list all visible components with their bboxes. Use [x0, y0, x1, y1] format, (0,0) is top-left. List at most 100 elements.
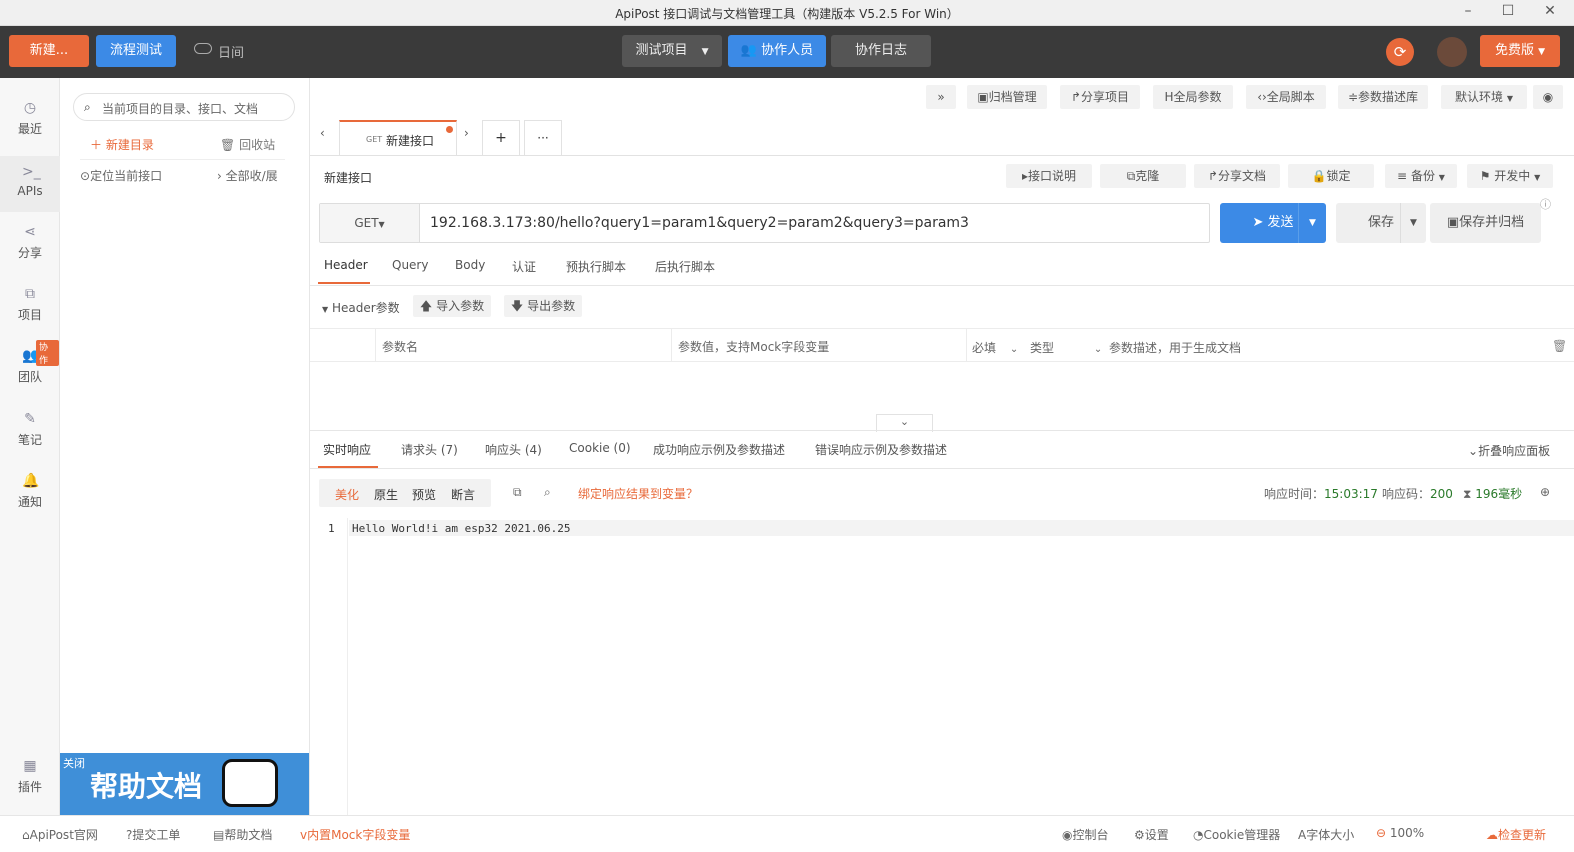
top-bar: 新建... 流程测试 日间 测试项目 ▼ 👥 协作人员 协作日志 ⟳ 免费版 ▼ [0, 26, 1574, 78]
nav-project[interactable]: ⧉ 项目 [0, 286, 60, 323]
send-button[interactable]: ➤ 发送 ▼ [1220, 203, 1326, 243]
env-select[interactable]: 默认环境 ▼ [1441, 85, 1527, 109]
expand-toolbar-button[interactable]: » [926, 85, 956, 109]
help-doc-link[interactable]: ▤帮助文档 [213, 826, 272, 843]
nav-share[interactable]: ⋖ 分享 [0, 224, 60, 261]
download-icon[interactable]: ⊕ [1540, 485, 1550, 499]
global-params-button[interactable]: H全局参数 [1153, 85, 1233, 109]
close-button[interactable]: ✕ [1540, 2, 1560, 22]
maximize-button[interactable]: ☐ [1498, 2, 1518, 22]
add-tab-button[interactable]: + [482, 120, 520, 156]
collab-log-button[interactable]: 协作日志 [831, 35, 931, 67]
method-select[interactable]: GET▼ [320, 204, 420, 242]
response-code: 响应码：200 [1382, 485, 1453, 502]
avatar[interactable] [1437, 37, 1467, 67]
view-raw[interactable]: 原生 [374, 486, 398, 503]
view-assert[interactable]: 断言 [451, 486, 475, 503]
project-select[interactable]: 测试项目 ▼ [622, 35, 722, 67]
tab-success-example[interactable]: 成功响应示例及参数描述 [653, 441, 785, 458]
clone-button[interactable]: ⧉克隆 [1100, 164, 1186, 188]
console-button[interactable]: ◉控制台 [1062, 826, 1109, 843]
export-params-button[interactable]: 🡇 导出参数 [504, 295, 582, 317]
tab-body[interactable]: Body [455, 258, 485, 272]
plan-button[interactable]: 免费版 ▼ [1480, 35, 1560, 67]
more-tabs-button[interactable]: ··· [524, 120, 562, 156]
new-button[interactable]: 新建... [9, 35, 89, 67]
eye-icon[interactable]: ◉ [1533, 85, 1563, 109]
response-duration-value: 196毫秒 [1475, 487, 1523, 501]
new-dir-button[interactable]: ＋ 新建目录 [90, 136, 154, 153]
nav-plugins[interactable]: ▦ 插件 [0, 758, 60, 795]
font-size-button[interactable]: A字体大小 [1298, 826, 1354, 843]
zoom-control[interactable]: ⊖ 100% [1376, 826, 1424, 840]
chevron-down-icon: ⌄ [1009, 344, 1019, 355]
ticket-link[interactable]: ?提交工单 [126, 826, 180, 843]
tab-prev-arrow-icon[interactable]: ‹ [320, 126, 325, 140]
flow-test-button[interactable]: 流程测试 [96, 35, 176, 67]
share-project-button[interactable]: ↱分享项目 [1060, 85, 1140, 109]
api-name[interactable]: 新建接口 [324, 169, 372, 186]
tree-search-input[interactable]: ⌕ 当前项目的目录、接口、文档 [73, 93, 295, 121]
mock-link[interactable]: v内置Mock字段变量 [300, 826, 410, 843]
lock-button[interactable]: 🔒锁定 [1288, 164, 1374, 188]
param-value-input[interactable]: 参数值，支持Mock字段变量 [678, 338, 829, 355]
tab-pre-script[interactable]: 预执行脚本 [566, 258, 626, 275]
import-params-button[interactable]: 🡅 导入参数 [413, 295, 491, 317]
nav-note[interactable]: ✎ 笔记 [0, 411, 60, 448]
global-script-button[interactable]: ‹›全局脚本 [1246, 85, 1326, 109]
nav-apis[interactable]: >_ APIs [0, 156, 60, 212]
tab-next-arrow-icon[interactable]: › [464, 126, 469, 140]
share-doc-button[interactable]: ↱分享文档 [1194, 164, 1280, 188]
view-pretty[interactable]: 美化 [335, 486, 359, 503]
doc-button[interactable]: ▸接口说明 [1006, 164, 1092, 188]
send-options-chevron-icon[interactable]: ▼ [1298, 203, 1326, 243]
nav-recent[interactable]: ◷ 最近 [0, 100, 60, 137]
param-lib-button[interactable]: ≑参数描述库 [1338, 85, 1428, 109]
backup-button[interactable]: ≡ 备份 ▼ [1385, 164, 1457, 188]
expand-all-button[interactable]: › 全部收/展 [217, 167, 278, 184]
trash-icon[interactable]: 🗑 [1552, 339, 1567, 353]
nav-notify[interactable]: 🔔 通知 [0, 473, 60, 510]
cookie-manager-button[interactable]: ◔Cookie管理器 [1193, 826, 1280, 843]
header-section-toggle[interactable]: ▼ Header参数 [322, 299, 400, 316]
tab-req-headers[interactable]: 请求头 (7) [401, 441, 458, 458]
collaborators-button[interactable]: 👥 协作人员 [728, 35, 826, 67]
tab-post-script[interactable]: 后执行脚本 [655, 258, 715, 275]
status-select[interactable]: ⚑ 开发中 ▼ [1467, 164, 1553, 188]
theme-toggle-icon[interactable] [194, 43, 212, 54]
param-desc-input[interactable]: 参数描述，用于生成文档 [1109, 339, 1241, 356]
recycle-button[interactable]: 🗑 回收站 [220, 136, 275, 153]
archive-button[interactable]: ▣归档管理 [967, 85, 1047, 109]
param-name-input[interactable]: 参数名 [382, 338, 418, 355]
save-button[interactable]: 保存 ▼ [1336, 203, 1426, 243]
settings-button[interactable]: ⚙设置 [1134, 826, 1169, 843]
banner-close-button[interactable]: 关闭 [63, 755, 85, 771]
required-select[interactable]: 必填 ⌄ [972, 339, 1018, 356]
help-banner[interactable]: 关闭 帮助文档 [60, 753, 309, 815]
search-icon[interactable]: ⌕ [544, 485, 551, 500]
official-site-link[interactable]: ⌂ApiPost官网 [22, 826, 98, 843]
font-label: 字体大小 [1306, 828, 1355, 842]
tab-header[interactable]: Header [324, 258, 368, 272]
copy-icon[interactable]: ⧉ [513, 485, 522, 500]
tab-auth[interactable]: 认证 [512, 258, 536, 275]
bind-variable-link[interactable]: 绑定响应结果到变量？ [578, 485, 698, 502]
tab-cookie[interactable]: Cookie (0) [569, 441, 631, 455]
save-archive-button[interactable]: ▣保存并归档 [1430, 203, 1541, 243]
type-select[interactable]: 类型 ⌄ [1030, 339, 1102, 356]
update-button[interactable]: ☁检查更新 [1486, 826, 1546, 843]
tab-query[interactable]: Query [392, 258, 428, 272]
locate-button[interactable]: ⊙定位当前接口 [80, 167, 162, 184]
tab-live-response[interactable]: 实时响应 [323, 441, 371, 458]
help-icon[interactable]: ⓘ [1540, 196, 1551, 212]
view-preview[interactable]: 预览 [412, 486, 436, 503]
tab-resp-headers[interactable]: 响应头 (4) [485, 441, 542, 458]
tab-error-example[interactable]: 错误响应示例及参数描述 [815, 441, 947, 458]
response-body-text[interactable]: Hello World!i am esp32 2021.06.25 [352, 522, 571, 535]
tab-active[interactable]: GET 新建接口 [339, 120, 457, 156]
save-options-chevron-icon[interactable]: ▼ [1400, 203, 1426, 243]
url-input[interactable]: 192.168.3.173:80/hello?query1=param1&que… [430, 215, 969, 231]
minimize-button[interactable]: – [1458, 2, 1478, 22]
collapse-response-button[interactable]: ⌄折叠响应面板 [1468, 442, 1550, 459]
sync-icon[interactable]: ⟳ [1386, 38, 1414, 66]
